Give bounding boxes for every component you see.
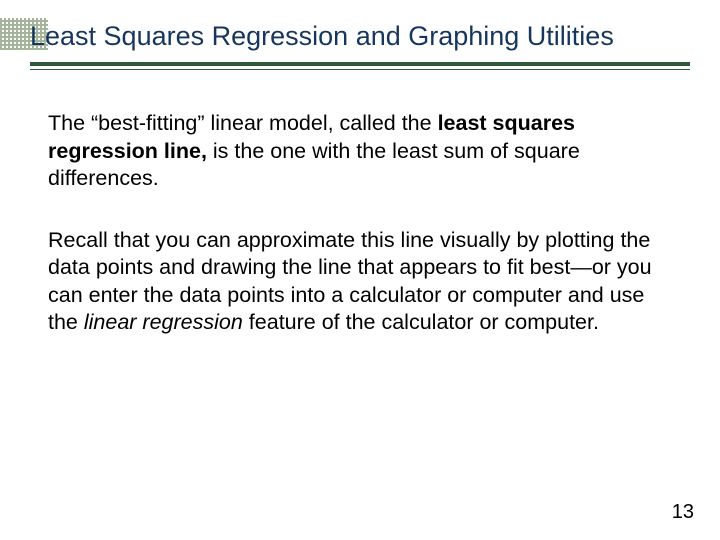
para1-pre: The “best-fitting” linear model, called … [48, 111, 438, 135]
paragraph-1: The “best-fitting” linear model, called … [48, 110, 672, 193]
title-area: Least Squares Regression and Graphing Ut… [30, 20, 690, 70]
paragraph-2: Recall that you can approximate this lin… [48, 227, 672, 337]
para2-post: feature of the calculator or computer. [243, 310, 599, 334]
slide-title: Least Squares Regression and Graphing Ut… [30, 20, 690, 58]
title-underline-thin [30, 69, 690, 70]
para2-italic: linear regression [84, 310, 243, 334]
title-underline [30, 62, 690, 66]
page-number: 13 [672, 501, 694, 524]
slide: Least Squares Regression and Graphing Ut… [0, 0, 720, 540]
slide-content: The “best-fitting” linear model, called … [48, 110, 672, 371]
